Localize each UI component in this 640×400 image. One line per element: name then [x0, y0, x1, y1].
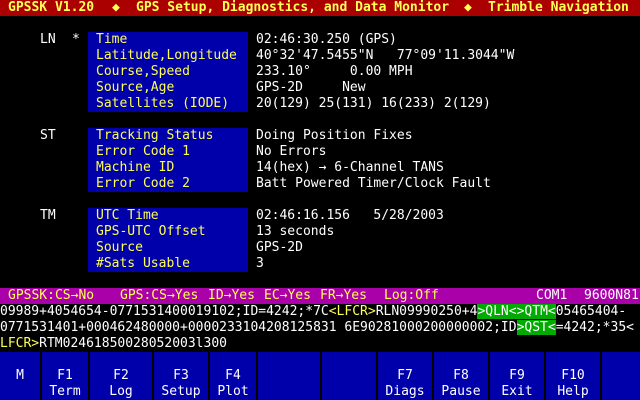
section-tag-tm: TM — [40, 208, 56, 223]
label-satellites: Satellites (IODE) — [96, 96, 230, 111]
label-utc-time: UTC Time — [96, 208, 159, 223]
function-key-filler — [600, 352, 640, 400]
value-sats-usable: 3 — [256, 256, 264, 271]
key-action: Diags — [385, 384, 425, 399]
label-tracking-status: Tracking Status — [96, 128, 214, 143]
f9-exit-button[interactable]: F9 Exit — [488, 352, 544, 400]
key-action: Log — [109, 384, 133, 399]
label-error-code-1: Error Code 1 — [96, 144, 190, 159]
data-stream-line-1: 09989+4054654-0771531400019102;ID=4242;*… — [0, 304, 640, 320]
value-machine-id: 14(hex) → 6-Channel TANS — [256, 160, 444, 175]
f2-log-button[interactable]: F2 Log — [88, 352, 152, 400]
value-lat-lon: 40°32'47.5455"N 77°09'11.3044"W — [256, 48, 515, 63]
f1-term-button[interactable]: F1 Term — [40, 352, 88, 400]
stream-query-marker: >QST< — [516, 320, 556, 335]
value-source: GPS-2D — [256, 240, 303, 255]
section-tag-st: ST — [40, 128, 56, 143]
value-time: 02:46:30.250 (GPS) — [256, 32, 397, 47]
label-error-code-2: Error Code 2 — [96, 176, 190, 191]
stream-text: 0771531401+000462480000+0000233104208125… — [0, 320, 517, 335]
key-action: Exit — [501, 384, 533, 399]
status-gpssk: GPSSK:CS→No — [8, 288, 95, 303]
label-source-age: Source,Age — [96, 80, 175, 95]
value-tracking-status: Doing Position Fixes — [256, 128, 413, 143]
f3-setup-button[interactable]: F3 Setup — [152, 352, 208, 400]
section-tag-ln: LN — [40, 32, 56, 47]
status-gps: GPS:CS→Yes — [120, 288, 199, 303]
f4-plot-button[interactable]: F4 Plot — [208, 352, 256, 400]
stream-text: RTM02461850028052003l300 — [39, 336, 227, 351]
stream-delimiter: <LFCR> — [328, 304, 376, 319]
label-course-speed: Course,Speed — [96, 64, 190, 79]
f7-diags-button[interactable]: F7 Diags — [376, 352, 432, 400]
value-satellites: 20(129) 25(131) 16(233) 2(129) — [256, 96, 491, 111]
data-stream-line-2: 0771531401+000462480000+0000233104208125… — [0, 320, 640, 336]
status-fr: FR→Yes — [320, 288, 367, 303]
app-heading: GPS Setup, Diagnostics, and Data Monitor — [136, 0, 450, 15]
value-source-age: GPS-2D New — [256, 80, 366, 95]
app-name: GPSSK V1.20 — [8, 0, 95, 15]
stream-query-marker: >QLN< — [477, 304, 517, 319]
f6-empty-button[interactable] — [320, 352, 376, 400]
key-label: F1 — [57, 368, 73, 383]
key-label: M — [16, 368, 24, 383]
key-label: F7 — [397, 368, 413, 383]
stream-text: =4242;*35< — [555, 320, 634, 335]
status-bar: GPSSK:CS→No GPS:CS→Yes ID→Yes EC→Yes FR→… — [0, 288, 640, 304]
key-action: Setup — [161, 384, 201, 399]
value-course-speed: 233.10° 0.00 MPH — [256, 64, 413, 79]
data-stream-line-3: LFCR>RTM02461850028052003l300 — [0, 336, 640, 352]
stream-text: RLN09990250+4 — [375, 304, 478, 319]
active-marker: * — [72, 32, 80, 47]
label-sats-usable: #Sats Usable — [96, 256, 190, 271]
label-source: Source — [96, 240, 143, 255]
title-bar: GPSSK V1.20 ◆ GPS Setup, Diagnostics, an… — [0, 0, 640, 16]
value-error-code-2: Batt Powered Timer/Clock Fault — [256, 176, 491, 191]
stream-delimiter: LFCR> — [0, 336, 40, 351]
label-machine-id: Machine ID — [96, 160, 175, 175]
title-separator: ◆ — [464, 0, 472, 15]
label-lat-lon: Latitude,Longitude — [96, 48, 237, 63]
key-label: F4 — [225, 368, 241, 383]
key-label: F10 — [561, 368, 585, 383]
function-key-bar: M F1 Term F2 Log F3 Setup F4 Plot F7 Diags F8… — [0, 352, 640, 400]
f8-pause-button[interactable]: F8 Pause — [432, 352, 488, 400]
menu-key[interactable]: M — [0, 352, 40, 400]
stream-text: 09989+4054654-0771531400019102;ID=4242;*… — [0, 304, 329, 319]
label-time: Time — [96, 32, 128, 47]
label-gps-utc-offset: GPS-UTC Offset — [96, 224, 206, 239]
key-action: Help — [557, 384, 589, 399]
key-label: F2 — [113, 368, 129, 383]
status-port: COM1 — [536, 288, 568, 303]
status-log: Log:Off — [384, 288, 439, 303]
value-utc-time: 02:46:16.156 5/28/2003 — [256, 208, 444, 223]
f10-help-button[interactable]: F10 Help — [544, 352, 600, 400]
status-ec: EC→Yes — [264, 288, 311, 303]
value-error-code-1: No Errors — [256, 144, 327, 159]
stream-query-marker: >QTM< — [516, 304, 556, 319]
key-label: F8 — [453, 368, 469, 383]
key-label: F9 — [509, 368, 525, 383]
status-id: ID→Yes — [208, 288, 255, 303]
key-label: F3 — [173, 368, 189, 383]
key-action: Term — [49, 384, 81, 399]
stream-text: 05465404- — [555, 304, 627, 319]
f5-empty-button[interactable] — [256, 352, 320, 400]
key-action: Pause — [441, 384, 481, 399]
vendor-name: Trimble Navigation — [488, 0, 629, 15]
key-action: Plot — [217, 384, 249, 399]
value-gps-utc-offset: 13 seconds — [256, 224, 335, 239]
status-baud: 9600N81 — [584, 288, 639, 303]
title-separator: ◆ — [112, 0, 120, 15]
